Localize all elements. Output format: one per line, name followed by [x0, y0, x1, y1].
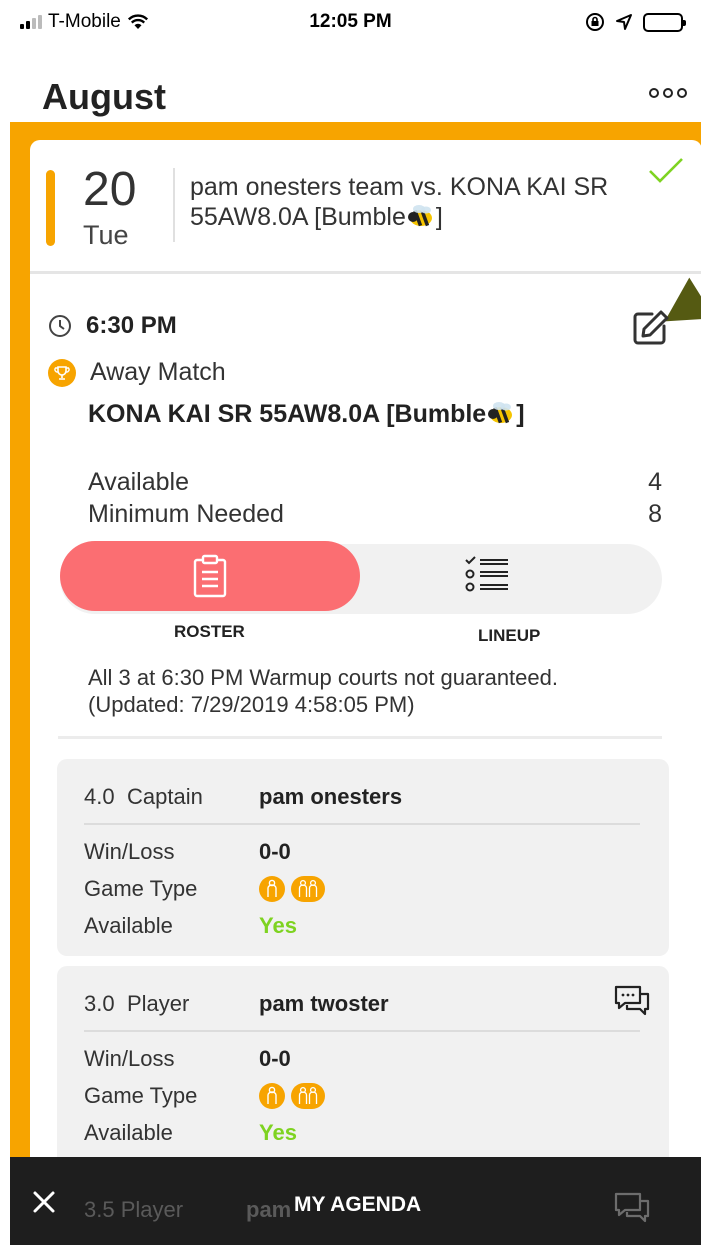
view-toggle: [60, 541, 662, 614]
singles-icon: [259, 875, 285, 902]
doubles-icon: [291, 875, 325, 902]
winloss-label: Win/Loss: [84, 1045, 175, 1071]
notes-text: All 3 at 6:30 PM Warmup courts not guara…: [88, 665, 558, 690]
minimum-label: Minimum Needed: [88, 500, 284, 528]
available-row: Available 4: [88, 466, 662, 498]
date-accent-bar: [46, 170, 55, 246]
available-status-row: Available Yes: [84, 907, 642, 944]
doubles-icon: [291, 1082, 325, 1109]
status-right: [585, 12, 686, 32]
player-header: 3.0 Player pam twoster: [57, 966, 669, 1032]
notes-divider: [58, 736, 662, 739]
location-icon: [616, 14, 632, 30]
available-status-label: Available: [84, 1119, 173, 1145]
winloss-value: 0-0: [259, 1045, 291, 1071]
more-icon[interactable]: [649, 88, 687, 98]
event-header[interactable]: 20 Tue pam onesters team vs. KONA KAI SR…: [30, 140, 701, 274]
match-notes: All 3 at 6:30 PM Warmup courts not guara…: [88, 664, 648, 718]
available-count: 4: [648, 468, 662, 496]
peek-player-name: pam: [246, 1197, 292, 1222]
status-left: T-Mobile: [20, 11, 149, 33]
player-rating: 3.0: [84, 991, 115, 1016]
opponent-name: KONA KAI SR 55AW8.0A [Bumble ]: [88, 400, 525, 429]
opponent-end: ]: [516, 400, 525, 428]
match-title: pam onesters team vs. KONA KAI SR 55AW8.…: [190, 172, 630, 232]
available-status-label: Available: [84, 912, 173, 938]
date-divider: [173, 168, 175, 242]
header: August: [0, 60, 701, 122]
gametype-icons: [259, 875, 325, 902]
player-role: Player: [127, 991, 190, 1016]
player-card[interactable]: 3.0 Player pam twoster Win/Loss 0-0 Game…: [57, 966, 669, 1176]
location-type: Away Match: [90, 358, 226, 386]
player-details: Win/Loss 0-0 Game Type Available Yes: [57, 825, 669, 944]
minimum-row: Minimum Needed 8: [88, 498, 662, 530]
gametype-label: Game Type: [84, 875, 198, 901]
match-time: 6:30 PM: [86, 312, 177, 339]
check-icon: [649, 158, 683, 183]
gametype-row: Game Type: [84, 870, 642, 907]
tab-roster-label[interactable]: ROSTER: [174, 622, 245, 642]
gametype-icons: [259, 1082, 325, 1109]
player-header: 4.0 Captain pam onesters: [57, 759, 669, 825]
tab-lineup[interactable]: [460, 550, 516, 603]
availability-stats: Available 4 Minimum Needed 8: [88, 466, 662, 530]
carrier-name: T-Mobile: [48, 11, 121, 32]
opponent-text: KONA KAI SR 55AW8.0A [Bumble: [88, 400, 487, 428]
minimum-count: 8: [648, 500, 662, 528]
clipboard-icon: [193, 554, 227, 598]
player-card[interactable]: 4.0 Captain pam onesters Win/Loss 0-0 Ga…: [57, 759, 669, 956]
bee-emoji-icon: [488, 402, 513, 424]
available-status-row: Available Yes: [84, 1114, 642, 1151]
tab-roster[interactable]: [60, 541, 360, 611]
status-bar: T-Mobile 12:05 PM: [0, 0, 701, 44]
singles-icon: [259, 1082, 285, 1109]
bee-emoji-icon: [407, 205, 432, 227]
close-icon[interactable]: [32, 1190, 56, 1214]
event-card: 20 Tue pam onesters team vs. KONA KAI SR…: [30, 140, 701, 1245]
signal-icon: [20, 15, 42, 29]
edit-icon[interactable]: [630, 308, 670, 348]
gametype-label: Game Type: [84, 1082, 198, 1108]
gametype-row: Game Type: [84, 1077, 642, 1114]
my-agenda-button[interactable]: MY AGENDA: [294, 1193, 421, 1217]
winloss-row: Win/Loss 0-0: [84, 1040, 642, 1077]
lineup-list-icon: [465, 556, 508, 592]
time-row: 6:30 PM: [48, 312, 177, 340]
available-status-value: Yes: [259, 1119, 297, 1145]
event-weekday: Tue: [83, 220, 129, 250]
wifi-icon: [127, 14, 148, 29]
page-title: August: [42, 76, 166, 117]
event-day: 20: [83, 163, 137, 216]
player-role: Captain: [127, 784, 203, 809]
chat-icon[interactable]: [613, 984, 651, 1016]
tab-lineup-label[interactable]: LINEUP: [478, 626, 540, 646]
trophy-icon: [48, 358, 76, 387]
available-label: Available: [88, 468, 190, 496]
player-rating: 4.0: [84, 784, 115, 809]
bottom-bar: 3.5 Player pam MY AGENDA: [10, 1157, 701, 1245]
away-row: Away Match: [48, 358, 226, 387]
chat-icon: [614, 1192, 650, 1223]
rotation-lock-icon: [586, 13, 604, 31]
event-frame: 20 Tue pam onesters team vs. KONA KAI SR…: [10, 122, 701, 1245]
peek-player-rating: 3.5 Player: [84, 1197, 184, 1222]
player-name: pam onesters: [259, 784, 403, 809]
winloss-row: Win/Loss 0-0: [84, 833, 642, 870]
match-title-text: pam onesters team vs. KONA KAI SR 55AW8.…: [190, 173, 609, 231]
battery-icon: [643, 12, 686, 32]
winloss-label: Win/Loss: [84, 838, 175, 864]
match-title-end: ]: [435, 203, 443, 231]
clock-icon: [49, 315, 71, 337]
winloss-value: 0-0: [259, 838, 291, 864]
notes-updated: (Updated: 7/29/2019 4:58:05 PM): [88, 692, 415, 717]
player-details: Win/Loss 0-0 Game Type Available Yes: [57, 1032, 669, 1151]
available-status-value: Yes: [259, 912, 297, 938]
player-name: pam twoster: [259, 991, 389, 1016]
